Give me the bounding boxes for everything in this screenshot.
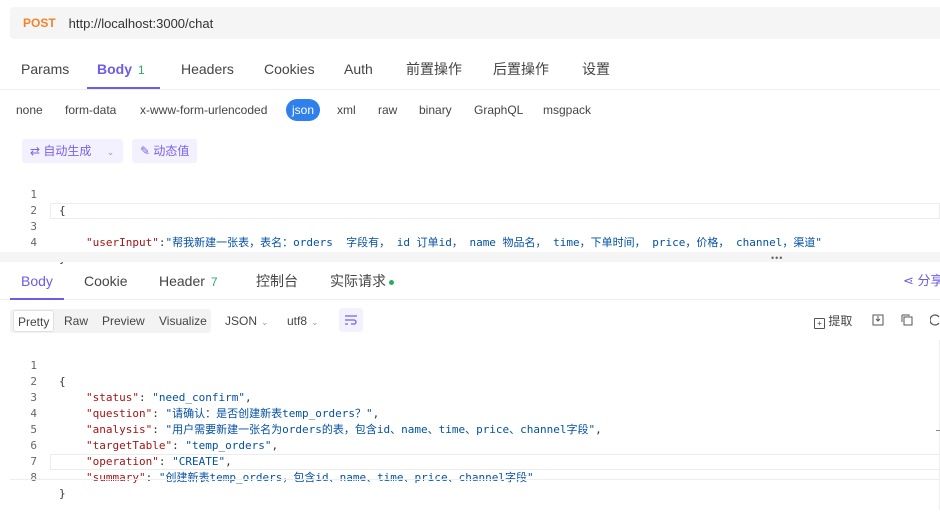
request-body-editor[interactable]: 1 { 2 3 "userInput":"帮我新建一张表，表名：orders 字… <box>10 171 940 265</box>
copy-icon[interactable] <box>901 311 913 331</box>
json-value: "帮我新建一张表，表名：orders 字段有， id 订单id， name 物品… <box>165 236 823 249</box>
code-line: 4 "analysis": "用户需要新建一张名为orders的表，包含id、n… <box>10 390 940 436</box>
body-type-form-data[interactable]: form-data <box>65 102 116 118</box>
tab-body[interactable]: Body 1 <box>97 48 145 90</box>
tab-console[interactable]: 控制台 <box>256 262 298 300</box>
code-line: 8 } <box>10 454 940 500</box>
tab-headers[interactable]: Headers <box>181 48 234 90</box>
code-text: } <box>59 487 66 500</box>
body-type-raw[interactable]: raw <box>378 102 397 118</box>
body-type-urlencoded[interactable]: x-www-form-urlencoded <box>140 102 267 118</box>
magic-wand-icon: ✎ <box>140 144 151 158</box>
tab-label: 实际请求 <box>330 273 386 289</box>
tab-label: Body <box>97 61 132 77</box>
format-select-value: JSON <box>225 314 258 328</box>
format-visualize[interactable]: Visualize <box>159 309 207 333</box>
code-line: 2 "status": "need_confirm", <box>10 358 940 404</box>
tab-label: Auth <box>344 61 373 77</box>
tab-response-header[interactable]: Header 7 <box>159 262 218 300</box>
auto-generate-button[interactable]: ⇄ 自动生成 ⌄ <box>22 139 123 163</box>
tab-label: Cookies <box>264 61 315 77</box>
format-pretty[interactable]: Pretty <box>13 310 55 332</box>
extract-button[interactable]: + 提取 <box>814 311 852 331</box>
code-line: 6 "operation": "CREATE", <box>10 422 940 468</box>
extract-icon: + <box>814 318 825 329</box>
code-line: 4 } <box>10 219 940 265</box>
code-line: 1 { <box>10 171 940 217</box>
code-line: 1 { <box>10 342 940 388</box>
response-tabs: Body Cookie Header 7 控制台 实际请求 <box>0 262 940 300</box>
active-tab-indicator <box>87 87 160 89</box>
request-tabs: Params Body 1 Headers Cookies Auth 前置操作 后… <box>0 48 940 90</box>
download-icon[interactable] <box>872 311 884 331</box>
code-line: 5 "targetTable": "temp_orders", <box>10 406 940 452</box>
body-type-none[interactable]: none <box>16 102 43 118</box>
tab-count-badge: 1 <box>138 63 145 77</box>
auto-generate-label: 自动生成 <box>43 144 92 158</box>
tab-label: 控制台 <box>256 273 298 289</box>
format-preview[interactable]: Preview <box>102 309 145 333</box>
encoding-select[interactable]: utf8 ⌄ <box>287 309 319 333</box>
scrollbar-marker <box>936 430 940 431</box>
swap-icon: ⇄ <box>30 144 41 158</box>
code-line: 7 "summary": "创建新表temp_orders，包含id、name、… <box>10 438 940 484</box>
extract-label: 提取 <box>828 314 853 328</box>
chevron-down-icon: ⌄ <box>261 317 269 327</box>
word-wrap-button[interactable] <box>339 308 363 332</box>
body-type-graphql[interactable]: GraphQL <box>474 102 523 118</box>
tab-label: Header <box>159 273 205 289</box>
json-key: "userInput" <box>86 236 159 249</box>
dynamic-value-label: 动态值 <box>153 144 190 158</box>
tab-actual-request[interactable]: 实际请求 <box>330 262 394 300</box>
http-method[interactable]: POST <box>23 16 56 30</box>
response-body-viewer[interactable]: 1 { 2 "status": "need_confirm", 3 "quest… <box>10 342 940 500</box>
code-line: 3 "question": "请确认：是否创建新表temp_orders？", <box>10 374 940 420</box>
panel-divider[interactable] <box>0 252 940 262</box>
url-bar[interactable]: POST http://localhost:3000/chat <box>10 7 940 39</box>
tab-label: 后置操作 <box>493 61 549 77</box>
code-line: 3 "userInput":"帮我新建一张表，表名：orders 字段有， id… <box>10 203 940 249</box>
json-key: "summary" <box>86 471 146 484</box>
body-type-json[interactable]: json <box>286 99 321 121</box>
tab-label: 设置 <box>582 61 610 77</box>
tab-label: Headers <box>181 61 234 77</box>
tab-label: Params <box>21 61 70 77</box>
tab-response-cookie[interactable]: Cookie <box>84 262 128 300</box>
active-tab-indicator <box>10 298 64 300</box>
line-number: 8 <box>30 471 37 484</box>
tab-cookies[interactable]: Cookies <box>264 48 315 90</box>
tab-settings[interactable]: 设置 <box>582 48 610 90</box>
share-label: 分享 <box>917 273 940 288</box>
tab-label: Cookie <box>84 273 128 289</box>
body-type-xml[interactable]: xml <box>337 102 356 118</box>
chevron-down-icon[interactable]: ⌄ <box>107 147 115 157</box>
body-type-binary[interactable]: binary <box>419 102 452 118</box>
tab-label: 前置操作 <box>406 61 462 77</box>
chevron-down-icon: ⌄ <box>311 317 319 327</box>
tab-label: Body <box>21 273 53 289</box>
code-line: 2 <box>10 187 940 217</box>
share-button[interactable]: ⋖ 分享 <box>903 262 940 300</box>
url-input[interactable]: http://localhost:3000/chat <box>69 16 214 31</box>
wrap-icon <box>345 315 357 325</box>
tab-params[interactable]: Params <box>21 48 69 90</box>
encoding-select-value: utf8 <box>287 314 308 328</box>
tab-auth[interactable]: Auth <box>344 48 373 90</box>
tab-pre-request[interactable]: 前置操作 <box>406 48 462 90</box>
status-dot-icon <box>389 279 394 285</box>
json-value: "创建新表temp_orders，包含id、name、time、price、ch… <box>158 471 534 484</box>
tab-count-badge: 7 <box>210 275 218 289</box>
editor-horizontal-rule <box>10 479 940 480</box>
body-type-msgpack[interactable]: msgpack <box>543 102 591 118</box>
tab-post-request[interactable]: 后置操作 <box>493 48 549 90</box>
search-icon[interactable] <box>929 311 940 331</box>
share-icon: ⋖ <box>903 273 914 288</box>
tab-response-body[interactable]: Body <box>21 262 53 300</box>
format-select[interactable]: JSON ⌄ <box>225 309 269 333</box>
line-number: 4 <box>30 236 37 249</box>
format-raw[interactable]: Raw <box>64 309 88 333</box>
dynamic-value-button[interactable]: ✎ 动态值 <box>132 139 198 163</box>
